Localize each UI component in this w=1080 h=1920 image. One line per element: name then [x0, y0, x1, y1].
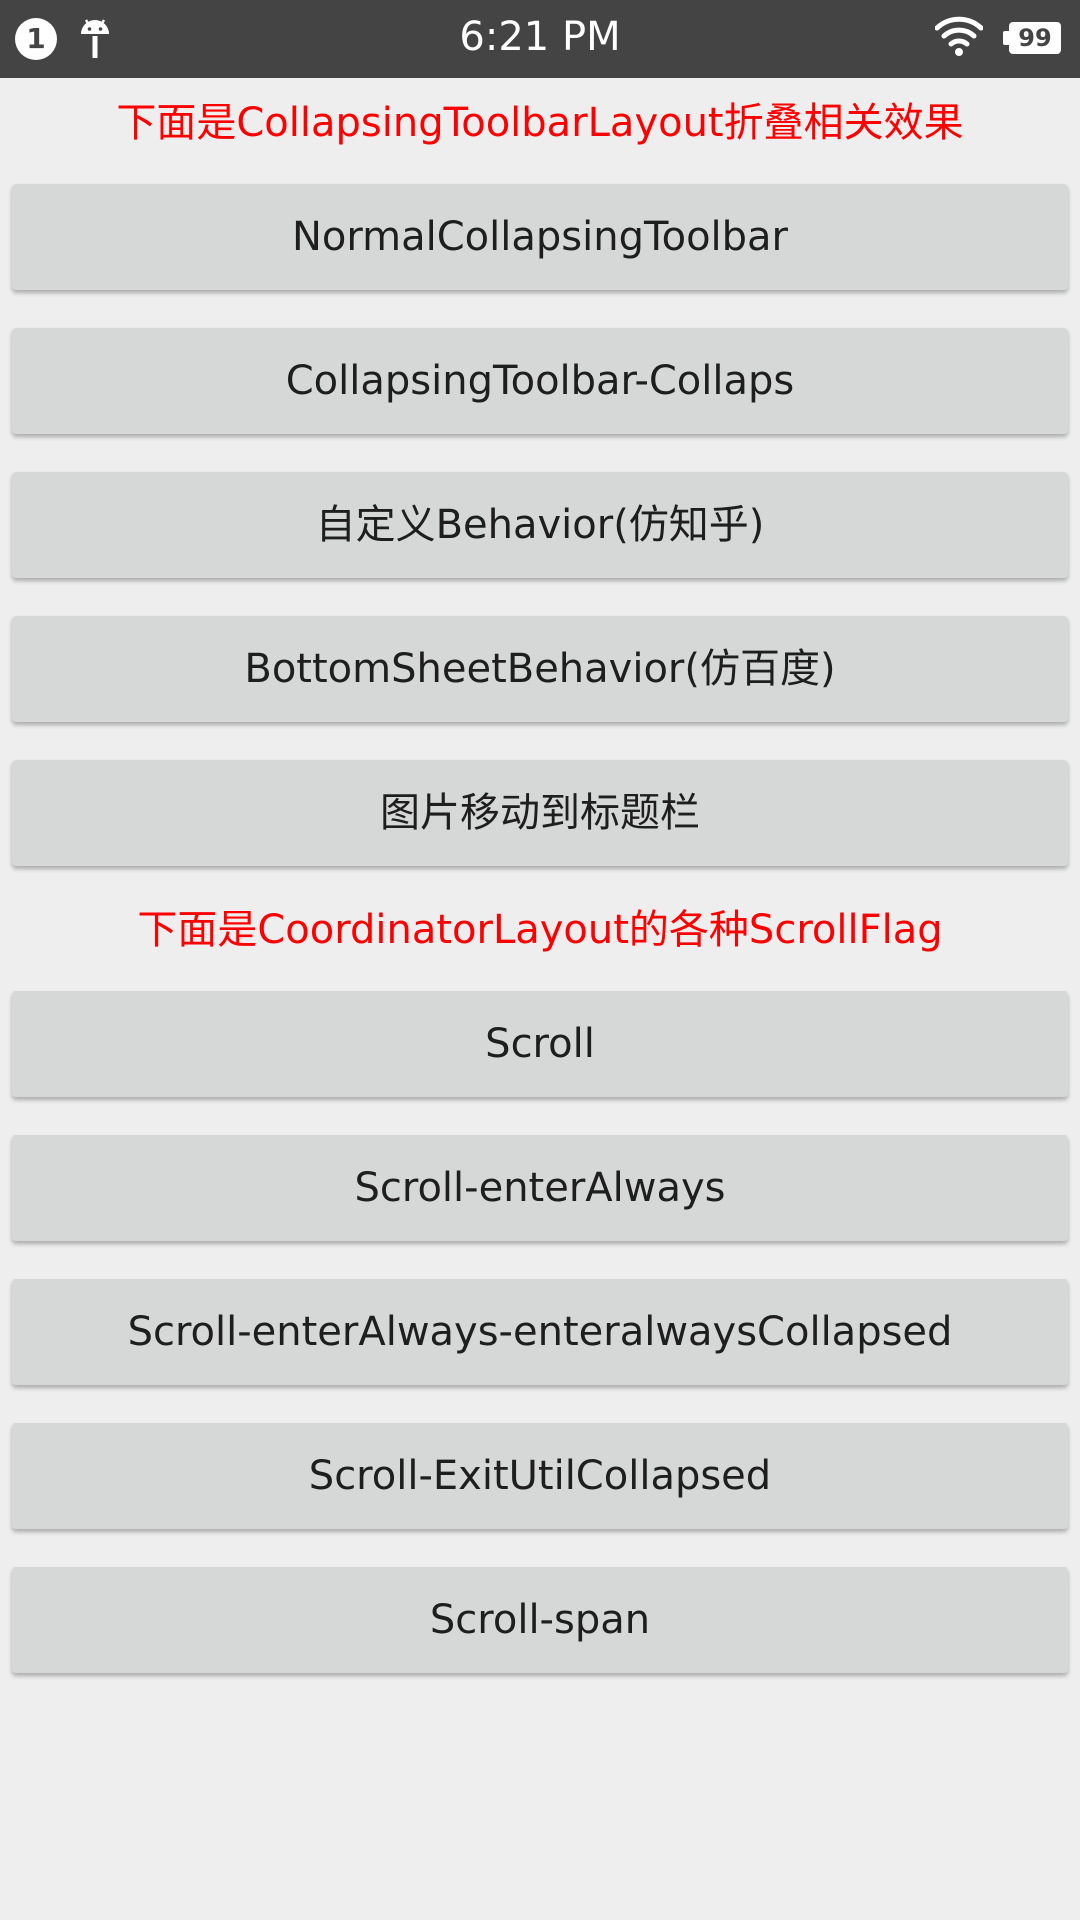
bottom-sheet-behavior-button[interactable]: BottomSheetBehavior(仿百度) [12, 616, 1068, 722]
scroll-span-button[interactable]: Scroll-span [12, 1567, 1068, 1673]
scroll-exit-until-collapsed-button[interactable]: Scroll-ExitUtilCollapsed [12, 1423, 1068, 1529]
scroll-button[interactable]: Scroll [12, 991, 1068, 1097]
status-time: 6:21 PM [459, 14, 621, 60]
scroll-enter-always-collapsed-button[interactable]: Scroll-enterAlways-enteralwaysCollapsed [12, 1279, 1068, 1385]
normal-collapsing-toolbar-button[interactable]: NormalCollapsingToolbar [12, 184, 1068, 290]
wifi-icon [935, 16, 983, 56]
custom-behavior-button[interactable]: 自定义Behavior(仿知乎) [12, 472, 1068, 578]
status-bar: 1 6:21 PM 99 [0, 0, 1080, 78]
section-label-scrollflag: 下面是CoordinatorLayout的各种ScrollFlag [137, 907, 943, 953]
collapsing-toolbar-collaps-button[interactable]: CollapsingToolbar-Collaps [12, 328, 1068, 434]
image-move-to-titlebar-button[interactable]: 图片移动到标题栏 [12, 760, 1068, 866]
battery-icon: 99 [1003, 22, 1061, 54]
battery-level: 99 [1018, 24, 1052, 52]
section-label-collapsing: 下面是CollapsingToolbarLayout折叠相关效果 [116, 100, 964, 146]
scroll-enter-always-button[interactable]: Scroll-enterAlways [12, 1135, 1068, 1241]
